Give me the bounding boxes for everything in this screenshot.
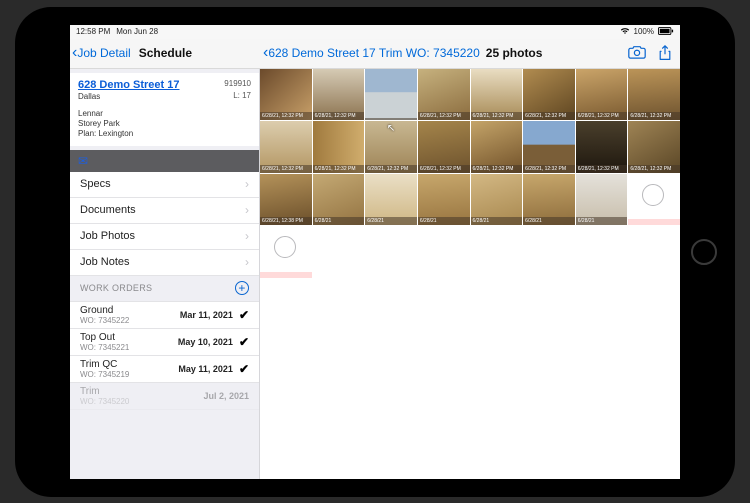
photo-thumb[interactable]: 6/28/21, 12:32 PM	[576, 69, 628, 121]
photo-grid: 6/28/21, 12:32 PM 6/28/21, 12:32 PM 6/28…	[260, 69, 680, 279]
chevron-right-icon: ›	[245, 255, 249, 269]
sidebar-item-job-photos[interactable]: Job Photos›	[70, 224, 259, 250]
photo-thumb[interactable]: 6/28/21, 12:32 PM	[260, 121, 312, 173]
photo-thumb[interactable]: 6/28/21, 12:32 PM	[628, 69, 680, 121]
photo-thumb[interactable]: 6/28/21, 12:32 PM	[471, 69, 523, 121]
photo-thumb[interactable]: 6/28/21	[576, 174, 628, 226]
camera-button[interactable]	[628, 45, 646, 61]
photo-thumb[interactable]: 6/28/21	[471, 174, 523, 226]
photo-thumb-pending[interactable]	[628, 174, 680, 226]
photo-count: 25 photos	[486, 46, 543, 60]
photo-thumb[interactable]: 6/28/21	[523, 174, 575, 226]
photo-thumb[interactable]: 6/28/21, 12:32 PM	[471, 121, 523, 173]
battery-icon	[658, 27, 674, 37]
share-button[interactable]	[658, 45, 672, 61]
add-work-order-button[interactable]: +	[235, 281, 249, 295]
work-orders-header: WORK ORDERS +	[70, 276, 259, 302]
status-date: Mon Jun 28	[116, 27, 158, 36]
ipad-frame: 12:58 PM Mon Jun 28 100% ‹ Job Detail Sc…	[15, 7, 735, 497]
work-order-row[interactable]: Top OutWO: 7345221 May 10, 2021✔	[70, 329, 259, 356]
photo-thumb[interactable]: 6/28/21, 12:32 PM	[313, 69, 365, 121]
work-order-row[interactable]: TrimWO: 7345220 Jul 2, 2021	[70, 383, 259, 410]
work-orders-label: WORK ORDERS	[80, 283, 152, 293]
job-lot: L: 17	[233, 91, 251, 100]
job-card: 628 Demo Street 17 919910 Dallas L: 17 L…	[70, 73, 259, 146]
status-time: 12:58 PM	[76, 27, 110, 36]
selected-schedule-row[interactable]: ✉︎	[70, 150, 259, 172]
selection-ring-icon	[642, 184, 664, 206]
sidebar: 628 Demo Street 17 919910 Dallas L: 17 L…	[70, 69, 260, 479]
sidebar-item-documents[interactable]: Documents›	[70, 198, 259, 224]
photo-thumb[interactable]: 6/28/21	[418, 174, 470, 226]
back-label: Job Detail	[77, 46, 130, 60]
job-code: 919910	[224, 79, 251, 88]
photo-thumb[interactable]: 6/28/21	[365, 174, 417, 226]
photo-thumb[interactable]: 6/28/21, 12:32 PM	[418, 69, 470, 121]
status-bar: 12:58 PM Mon Jun 28 100%	[70, 25, 680, 39]
battery-pct: 100%	[634, 27, 654, 36]
photo-thumb[interactable]: 6/28/21, 12:32 PM	[418, 121, 470, 173]
job-plan: Plan: Lexington	[78, 129, 251, 139]
photo-thumb[interactable]: 6/28/21, 12:38 PM	[260, 174, 312, 226]
photo-thumb[interactable]: 6/28/21, 12:32 PM	[523, 121, 575, 173]
chevron-right-icon: ›	[245, 177, 249, 191]
photo-thumb[interactable]: 6/28/21, 12:32 PM	[576, 121, 628, 173]
photo-thumb-pending[interactable]	[260, 226, 312, 278]
mail-icon: ✉︎	[78, 154, 88, 168]
job-builder: Lennar	[78, 109, 251, 119]
job-city: Dallas	[78, 92, 251, 101]
job-community: Storey Park	[78, 119, 251, 129]
photo-grid-pane: 6/28/21, 12:32 PM 6/28/21, 12:32 PM 6/28…	[260, 69, 680, 479]
photo-thumb[interactable]: 6/28/21, 12:32 PM↖	[365, 121, 417, 173]
check-icon: ✔	[239, 308, 249, 322]
photo-thumb[interactable]: 6/28/21	[313, 174, 365, 226]
photo-thumb[interactable]: 6/28/21, 12:32 PM	[628, 121, 680, 173]
nav-title-schedule: Schedule	[139, 46, 192, 60]
photo-thumb[interactable]: 6/28/21, 12:32 PM	[260, 69, 312, 121]
back-job-detail[interactable]: ‹ Job Detail	[72, 45, 131, 61]
selection-ring-icon	[274, 236, 296, 258]
work-order-row[interactable]: Trim QCWO: 7345219 May 11, 2021✔	[70, 356, 259, 383]
breadcrumb-label: 628 Demo Street 17 Trim WO: 7345220	[268, 46, 479, 60]
chevron-right-icon: ›	[245, 229, 249, 243]
work-order-row[interactable]: GroundWO: 7345222 Mar 11, 2021✔	[70, 302, 259, 329]
job-meta: Lennar Storey Park Plan: Lexington	[78, 109, 251, 140]
photo-thumb[interactable]: 6/28/21, 12:32 PM	[523, 69, 575, 121]
home-button[interactable]	[691, 239, 717, 265]
back-photo-breadcrumb[interactable]: ‹ 628 Demo Street 17 Trim WO: 7345220	[263, 45, 480, 61]
photo-thumb[interactable]	[365, 69, 417, 121]
check-icon: ✔	[239, 335, 249, 349]
sidebar-item-specs[interactable]: Specs›	[70, 172, 259, 198]
wifi-icon	[620, 27, 630, 37]
nav-bar: ‹ Job Detail Schedule ‹ 628 Demo Street …	[70, 39, 680, 69]
photo-thumb[interactable]: 6/28/21, 12:32 PM	[313, 121, 365, 173]
sidebar-item-job-notes[interactable]: Job Notes›	[70, 250, 259, 276]
screen: 12:58 PM Mon Jun 28 100% ‹ Job Detail Sc…	[70, 25, 680, 479]
check-icon: ✔	[239, 362, 249, 376]
chevron-right-icon: ›	[245, 203, 249, 217]
